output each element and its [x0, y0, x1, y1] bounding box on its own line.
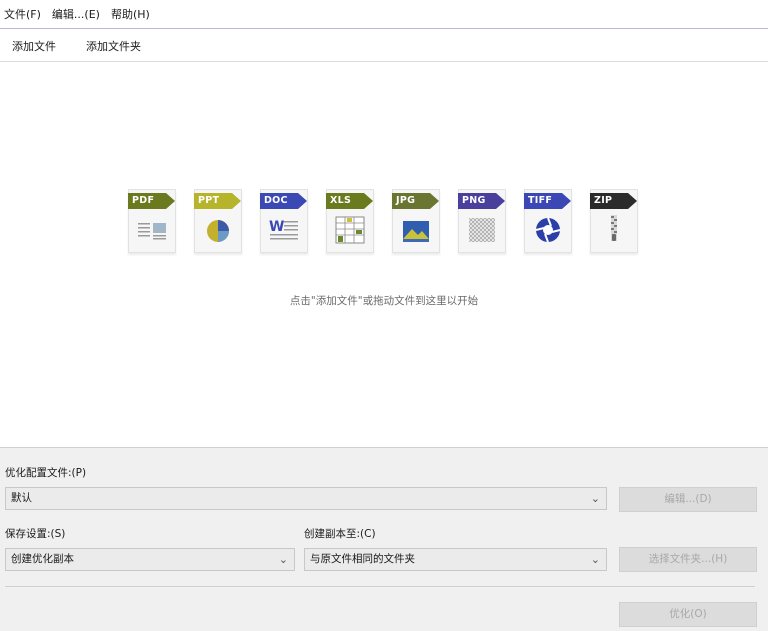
doc-icon-label: DOC: [260, 193, 298, 209]
tiff-icon-label: TIFF: [524, 193, 562, 209]
toolbar: 添加文件 添加文件夹: [0, 30, 768, 62]
png-icon: PNG: [454, 189, 508, 255]
xls-icon: XLS: [322, 189, 376, 255]
drop-area[interactable]: PDF PPT DOC W XLS JPG PNG TIFF ZIP 点击"添加…: [0, 63, 768, 446]
save-settings-label: 保存设置:(S): [5, 528, 66, 540]
file-type-icons: PDF PPT DOC W XLS JPG PNG TIFF ZIP: [124, 189, 644, 255]
profile-select-value: 默认: [11, 492, 32, 504]
zip-icon: ZIP: [586, 189, 640, 255]
zip-icon-label: ZIP: [590, 193, 628, 209]
tiff-icon: TIFF: [520, 189, 574, 255]
png-icon-label: PNG: [458, 193, 496, 209]
add-folder-button[interactable]: 添加文件夹: [86, 38, 141, 54]
menu-edit[interactable]: 编辑...(E): [52, 6, 100, 22]
profile-select[interactable]: 默认 ⌄: [5, 487, 607, 510]
menu-bar: 文件(F) 编辑...(E) 帮助(H): [0, 0, 768, 29]
ppt-icon: PPT: [190, 189, 244, 255]
drop-hint: 点击"添加文件"或拖动文件到这里以开始: [289, 295, 479, 307]
add-file-button[interactable]: 添加文件: [12, 38, 56, 54]
ppt-icon-label: PPT: [194, 193, 232, 209]
xls-icon-label: XLS: [326, 193, 364, 209]
pdf-icon-label: PDF: [128, 193, 166, 209]
copy-to-select[interactable]: 与原文件相同的文件夹 ⌄: [304, 548, 607, 571]
jpg-icon: JPG: [388, 189, 442, 255]
jpg-icon-label: JPG: [392, 193, 430, 209]
svg-text:W: W: [269, 219, 284, 235]
doc-icon: DOC W: [256, 189, 310, 255]
chevron-down-icon: ⌄: [278, 553, 288, 566]
choose-folder-button[interactable]: 选择文件夹...(H): [619, 547, 757, 572]
optimize-button[interactable]: 优化(O): [619, 602, 757, 627]
edit-button[interactable]: 编辑...(D): [619, 487, 757, 512]
copy-to-label: 创建副本至:(C): [304, 528, 376, 540]
menu-file[interactable]: 文件(F): [4, 6, 41, 22]
pdf-icon: PDF: [124, 189, 178, 255]
save-settings-value: 创建优化副本: [11, 553, 74, 565]
menu-help[interactable]: 帮助(H): [111, 6, 150, 22]
copy-to-value: 与原文件相同的文件夹: [310, 553, 415, 565]
profile-label: 优化配置文件:(P): [5, 467, 87, 479]
divider: [5, 586, 755, 587]
save-settings-select[interactable]: 创建优化副本 ⌄: [5, 548, 295, 571]
settings-panel: 优化配置文件:(P) 默认 ⌄ 编辑...(D) 保存设置:(S) 创建优化副本…: [0, 447, 768, 631]
chevron-down-icon: ⌄: [590, 492, 600, 505]
chevron-down-icon: ⌄: [590, 553, 600, 566]
